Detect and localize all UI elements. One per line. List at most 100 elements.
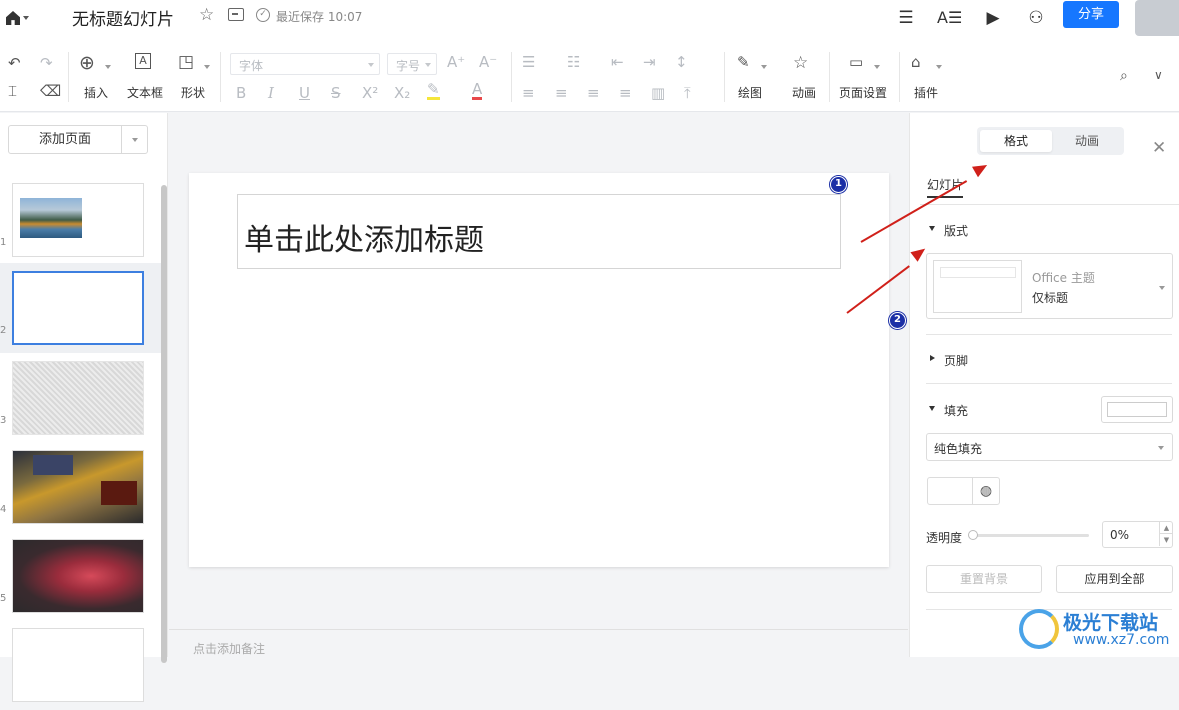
- home-icon: [6, 11, 20, 25]
- slide-thumbnail-item-selected[interactable]: 2: [0, 263, 161, 353]
- add-collaborator-icon[interactable]: ⚇: [1024, 6, 1048, 30]
- add-page-dropdown[interactable]: [121, 126, 147, 153]
- layout-select[interactable]: Office 主题 仅标题: [926, 253, 1173, 319]
- slide-thumbnail[interactable]: [12, 271, 144, 345]
- thumbnail-scrollbar[interactable]: [161, 185, 167, 663]
- eraser-icon[interactable]: ⌫: [40, 82, 61, 100]
- fill-section-label[interactable]: 填充: [944, 402, 968, 419]
- align-right-icon[interactable]: ≡: [587, 84, 600, 102]
- justify-icon[interactable]: ≡: [619, 84, 632, 102]
- strikethrough-icon[interactable]: S: [331, 84, 341, 102]
- reset-background-button[interactable]: 重置背景: [926, 565, 1042, 593]
- opacity-slider[interactable]: [973, 534, 1089, 537]
- footer-section-label[interactable]: 页脚: [944, 352, 968, 369]
- star-icon[interactable]: ☆: [199, 5, 214, 25]
- palette-icon[interactable]: ◍: [972, 477, 1000, 505]
- slide-thumbnail-item[interactable]: [0, 620, 160, 710]
- slide-thumbnail-item[interactable]: 5: [0, 531, 160, 621]
- undo-icon[interactable]: ↶: [8, 54, 21, 72]
- underline-icon[interactable]: U: [299, 84, 310, 102]
- slide-thumbnail-item[interactable]: 1: [0, 175, 160, 265]
- align-center-icon[interactable]: ≡: [555, 84, 568, 102]
- slide-canvas[interactable]: 单击此处添加标题: [189, 173, 889, 567]
- italic-icon[interactable]: I: [268, 84, 274, 102]
- notes-bar[interactable]: 点击添加备注: [169, 629, 908, 657]
- animation-button[interactable]: 动画: [792, 84, 816, 101]
- present-icon[interactable]: ▶: [981, 6, 1005, 30]
- subscript-icon[interactable]: X₂: [394, 84, 410, 102]
- chevron-down-icon: [761, 65, 767, 69]
- layout-section-label[interactable]: 版式: [944, 222, 968, 239]
- bold-icon[interactable]: B: [236, 84, 246, 102]
- fill-type-select[interactable]: 纯色填充: [926, 433, 1173, 461]
- vertical-align-icon[interactable]: ⤒: [684, 84, 691, 102]
- insert-button[interactable]: 插入: [84, 84, 108, 101]
- redo-icon[interactable]: ↷: [40, 54, 53, 72]
- page-setup-button[interactable]: 页面设置: [839, 84, 887, 101]
- slide-thumbnail[interactable]: [12, 450, 144, 524]
- decrease-font-icon[interactable]: A⁻: [479, 53, 497, 71]
- opacity-stepper[interactable]: 0% ▲ ▼: [1102, 521, 1173, 548]
- collapse-toolbar-icon[interactable]: ∨: [1154, 68, 1163, 82]
- slide-thumbnail[interactable]: [12, 361, 144, 435]
- textbox-icon[interactable]: A: [135, 53, 151, 69]
- slide-thumbnail-item[interactable]: 3: [0, 353, 160, 443]
- font-color-icon[interactable]: A: [472, 82, 483, 100]
- font-size-select[interactable]: 字号: [387, 53, 437, 75]
- avatar[interactable]: [1135, 0, 1179, 36]
- increment-icon[interactable]: ▲: [1159, 522, 1173, 534]
- search-icon[interactable]: ⌕: [1120, 68, 1128, 84]
- plugin-button[interactable]: 插件: [914, 84, 938, 101]
- shape-icon[interactable]: ◳: [178, 52, 194, 72]
- close-icon[interactable]: ✕: [1152, 138, 1166, 158]
- bullet-list-icon[interactable]: ☰: [522, 53, 535, 71]
- slide-canvas-area: 单击此处添加标题 点击添加备注: [169, 113, 908, 657]
- slide-thumbnail[interactable]: [12, 539, 144, 613]
- insert-icon[interactable]: ⊕: [79, 52, 95, 74]
- slide-thumbnail[interactable]: [12, 628, 144, 702]
- share-button[interactable]: 分享: [1063, 1, 1119, 28]
- numbered-list-icon[interactable]: ☷: [567, 53, 580, 71]
- opacity-slider-handle[interactable]: [968, 530, 978, 540]
- line-spacing-icon[interactable]: ↕: [675, 53, 688, 71]
- toolbar-divider: [724, 52, 725, 102]
- fill-color-swatch[interactable]: [1101, 396, 1173, 423]
- draw-icon[interactable]: ✎: [737, 53, 750, 71]
- menu-icon[interactable]: ☰: [894, 6, 918, 30]
- doc-title[interactable]: 无标题幻灯片: [72, 5, 174, 30]
- highlight-icon[interactable]: ✎: [427, 82, 440, 100]
- add-page-button[interactable]: 添加页面: [8, 125, 148, 154]
- animation-icon[interactable]: ☆: [793, 53, 808, 73]
- decrease-indent-icon[interactable]: ⇤: [611, 53, 624, 71]
- plugin-icon[interactable]: ⌂: [911, 53, 921, 71]
- fill-type-value: 纯色填充: [934, 442, 983, 456]
- font-family-select[interactable]: 字体: [230, 53, 380, 75]
- textbox-button[interactable]: 文本框: [127, 84, 163, 101]
- slide-thumbnail-item[interactable]: 4: [0, 442, 160, 532]
- expand-icon[interactable]: [929, 226, 935, 231]
- draw-button[interactable]: 绘图: [738, 84, 762, 101]
- collapse-icon[interactable]: [930, 355, 935, 361]
- superscript-icon[interactable]: X²: [362, 84, 378, 102]
- page-setup-icon[interactable]: ▭: [849, 53, 863, 71]
- layout-name: 仅标题: [1032, 291, 1069, 305]
- title-placeholder-box[interactable]: 单击此处添加标题: [237, 194, 841, 269]
- chevron-down-icon: [105, 65, 111, 69]
- decrement-icon[interactable]: ▼: [1159, 534, 1173, 546]
- shape-button[interactable]: 形状: [181, 84, 205, 101]
- home-menu[interactable]: [6, 8, 38, 28]
- align-left-icon[interactable]: ≡: [522, 84, 535, 102]
- increase-indent-icon[interactable]: ⇥: [643, 53, 656, 71]
- tab-format[interactable]: 格式: [980, 130, 1052, 152]
- chevron-down-icon: [1159, 286, 1165, 290]
- apply-to-all-button[interactable]: 应用到全部: [1056, 565, 1173, 593]
- text-format-icon[interactable]: A☰: [937, 6, 962, 30]
- slide-thumbnail[interactable]: [12, 183, 144, 257]
- tab-animation[interactable]: 动画: [1051, 130, 1123, 152]
- distribute-icon[interactable]: ▥: [651, 84, 665, 102]
- move-to-folder-icon[interactable]: [228, 8, 244, 21]
- expand-icon[interactable]: [929, 406, 935, 411]
- format-painter-icon[interactable]: ⌶: [8, 82, 17, 100]
- increase-font-icon[interactable]: A⁺: [447, 53, 465, 71]
- fill-color-box[interactable]: [927, 477, 973, 505]
